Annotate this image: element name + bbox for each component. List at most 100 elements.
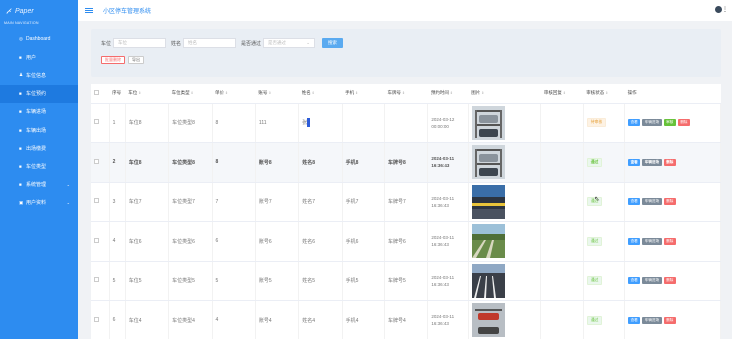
cell-no-text: 2	[112, 159, 116, 166]
column-header-label: 车位类型	[171, 90, 190, 96]
column-header[interactable]: 审核状态⇕	[583, 84, 625, 104]
sort-icon[interactable]: ⇕	[563, 91, 566, 95]
column-header[interactable]: 图片⇕	[468, 84, 541, 104]
hamburger-menu-icon[interactable]	[85, 7, 93, 14]
row-actions: 查看 车辆进场 删除	[628, 277, 719, 285]
vehicle-entry-button[interactable]: 车辆进场	[642, 119, 662, 127]
delete-button[interactable]: 删除	[663, 277, 676, 285]
more-menu-icon[interactable]: ⋮	[722, 6, 728, 13]
vehicle-entry-button[interactable]: 车辆进场	[642, 198, 662, 206]
sort-icon[interactable]: ⇕	[312, 91, 315, 95]
delete-button[interactable]: 删除	[663, 316, 676, 324]
sidebar-item-8[interactable]: ■ 系统管理 ⌄	[0, 176, 78, 194]
vehicle-entry-button[interactable]: 车辆进场	[642, 158, 662, 166]
avatar[interactable]	[715, 6, 722, 13]
row-checkbox[interactable]	[94, 277, 99, 283]
column-header[interactable]: 车牌号⇕	[384, 84, 428, 104]
column-header[interactable]: 审核回复⇕	[540, 84, 584, 104]
cell-price: 4	[212, 300, 256, 339]
vehicle-entry-button[interactable]: 车辆进场	[642, 316, 662, 324]
review-button[interactable]: 审核	[663, 119, 676, 127]
sidebar-item-label: 车位预约	[26, 91, 47, 98]
column-header[interactable]: 单价⇕	[212, 84, 256, 104]
sort-icon[interactable]: ⇕	[605, 91, 608, 95]
sort-icon[interactable]: ⇕	[355, 91, 358, 95]
view-button[interactable]: 查看	[628, 237, 641, 245]
sidebar-item-3[interactable]: ■ 车位预约	[0, 84, 78, 103]
view-button[interactable]: 查看	[628, 198, 641, 206]
parking-photo[interactable]	[471, 105, 540, 140]
column-header[interactable]: 账号⇕	[255, 84, 299, 104]
row-checkbox[interactable]	[94, 158, 99, 164]
view-button[interactable]: 查看	[628, 277, 641, 285]
sort-icon[interactable]: ⇕	[481, 91, 484, 95]
vehicle-entry-button[interactable]: 车辆进场	[642, 237, 662, 245]
cell-account-text: 账号5	[258, 278, 272, 285]
table-row[interactable]: 4 车位6 车位类型6 6 账号6 姓名6 手机6 车牌号6 2024-03-11 16:36:…	[91, 221, 721, 262]
table-row[interactable]: 2 车位8 车位类型8 8 账号8 姓名8 手机8 车牌号8 2024-03-11 16:36:…	[91, 142, 721, 183]
cell-plate	[384, 103, 429, 143]
export-button[interactable]: 导出	[128, 56, 144, 64]
select-all-checkbox[interactable]	[94, 90, 99, 96]
view-button[interactable]: 查看	[628, 119, 641, 127]
row-checkbox[interactable]	[94, 198, 99, 204]
sidebar-item-7[interactable]: ■ 车位类型	[0, 157, 78, 175]
sort-icon[interactable]: ⇕	[191, 91, 194, 95]
sort-icon[interactable]: ⇕	[402, 91, 405, 95]
app-logo-text: Paper	[15, 7, 34, 15]
spot-filter-input[interactable]: 车位	[113, 38, 167, 48]
parking-photo[interactable]	[471, 145, 540, 180]
table-row[interactable]: 5 车位5 车位类型5 5 账号5 姓名5 手机5 车牌号5 2024-03-11 16:36:…	[91, 261, 721, 301]
mouse-cursor-icon: ⇖	[594, 196, 600, 203]
view-button[interactable]: 查看	[628, 316, 641, 324]
view-button[interactable]: 查看	[628, 158, 641, 166]
vehicle-entry-button[interactable]: 车辆进场	[642, 277, 662, 285]
search-button[interactable]: 搜索	[322, 38, 344, 48]
cell-phone-text: 手机7	[345, 199, 359, 206]
column-header[interactable]: 车位⇕	[125, 84, 169, 104]
parking-photo[interactable]	[471, 263, 540, 298]
column-header-label: 图片	[471, 90, 481, 96]
nav-item-icon: ■	[19, 54, 22, 60]
column-header[interactable]: 操作	[624, 84, 721, 104]
sidebar-item-4[interactable]: ■ 车辆进场	[0, 103, 78, 121]
batch-delete-button[interactable]: 批量删除	[101, 56, 125, 64]
column-header-label: 车位	[128, 90, 138, 96]
app-logo[interactable]: Paper	[0, 0, 78, 18]
sidebar-item-2[interactable]: ♟ 车位信息	[0, 66, 78, 84]
column-header[interactable]: 序号	[109, 84, 126, 104]
delete-button[interactable]: 删除	[663, 198, 676, 206]
delete-button[interactable]: 删除	[663, 237, 676, 245]
column-header[interactable]: 手机⇕	[342, 84, 385, 104]
table-row[interactable]: 3 车位7 车位类型7 7 账号7 姓名7 手机7 车牌号7 2024-03-11 16:36:…	[91, 182, 721, 222]
sidebar-item-0[interactable]: ◎ Dashboard	[0, 30, 78, 48]
row-checkbox[interactable]	[94, 316, 99, 322]
cell-reply	[540, 221, 584, 262]
sidebar-item-1[interactable]: ■ 用户	[0, 48, 78, 66]
delete-button[interactable]: 删除	[663, 158, 676, 166]
sidebar-item-5[interactable]: ■ 车辆出场	[0, 121, 78, 139]
table-row[interactable]: 1 车位8 车位类型8 8 111 张 2024-03-12 00:00:00 待审核 查看 车辆…	[91, 103, 721, 143]
cell-price: 8	[212, 142, 256, 183]
cell-image	[468, 221, 542, 262]
sort-icon[interactable]: ⇕	[138, 91, 141, 95]
name-filter-input[interactable]: 姓名	[183, 38, 237, 48]
row-checkbox[interactable]	[94, 119, 99, 125]
sidebar-item-6[interactable]: ■ 出场缴费	[0, 139, 78, 157]
sort-icon[interactable]: ⇕	[450, 91, 453, 95]
sidebar-item-9[interactable]: ▣ 用户资料 ⌄	[0, 194, 78, 212]
table-row[interactable]: 6 车位4 车位类型4 4 账号4 姓名4 手机4 车牌号4 2024-03-11 16:36:…	[91, 300, 721, 339]
delete-button[interactable]: 删除	[677, 119, 691, 127]
parking-photo[interactable]	[471, 303, 540, 338]
row-checkbox[interactable]	[94, 237, 99, 243]
parking-photo[interactable]	[471, 224, 540, 259]
column-header[interactable]: 车位类型⇕	[168, 84, 213, 104]
cell-account: 账号4	[255, 300, 300, 339]
column-header[interactable]: 姓名⇕	[298, 84, 343, 104]
column-header[interactable]: 预约时间⇕	[427, 84, 469, 104]
approved-filter-select[interactable]: 是否通过 ⌄	[263, 38, 316, 48]
column-header-label: 车牌号	[387, 90, 402, 96]
sort-icon[interactable]: ⇕	[225, 91, 228, 95]
sort-icon[interactable]: ⇕	[268, 91, 271, 95]
parking-photo[interactable]	[471, 184, 540, 219]
